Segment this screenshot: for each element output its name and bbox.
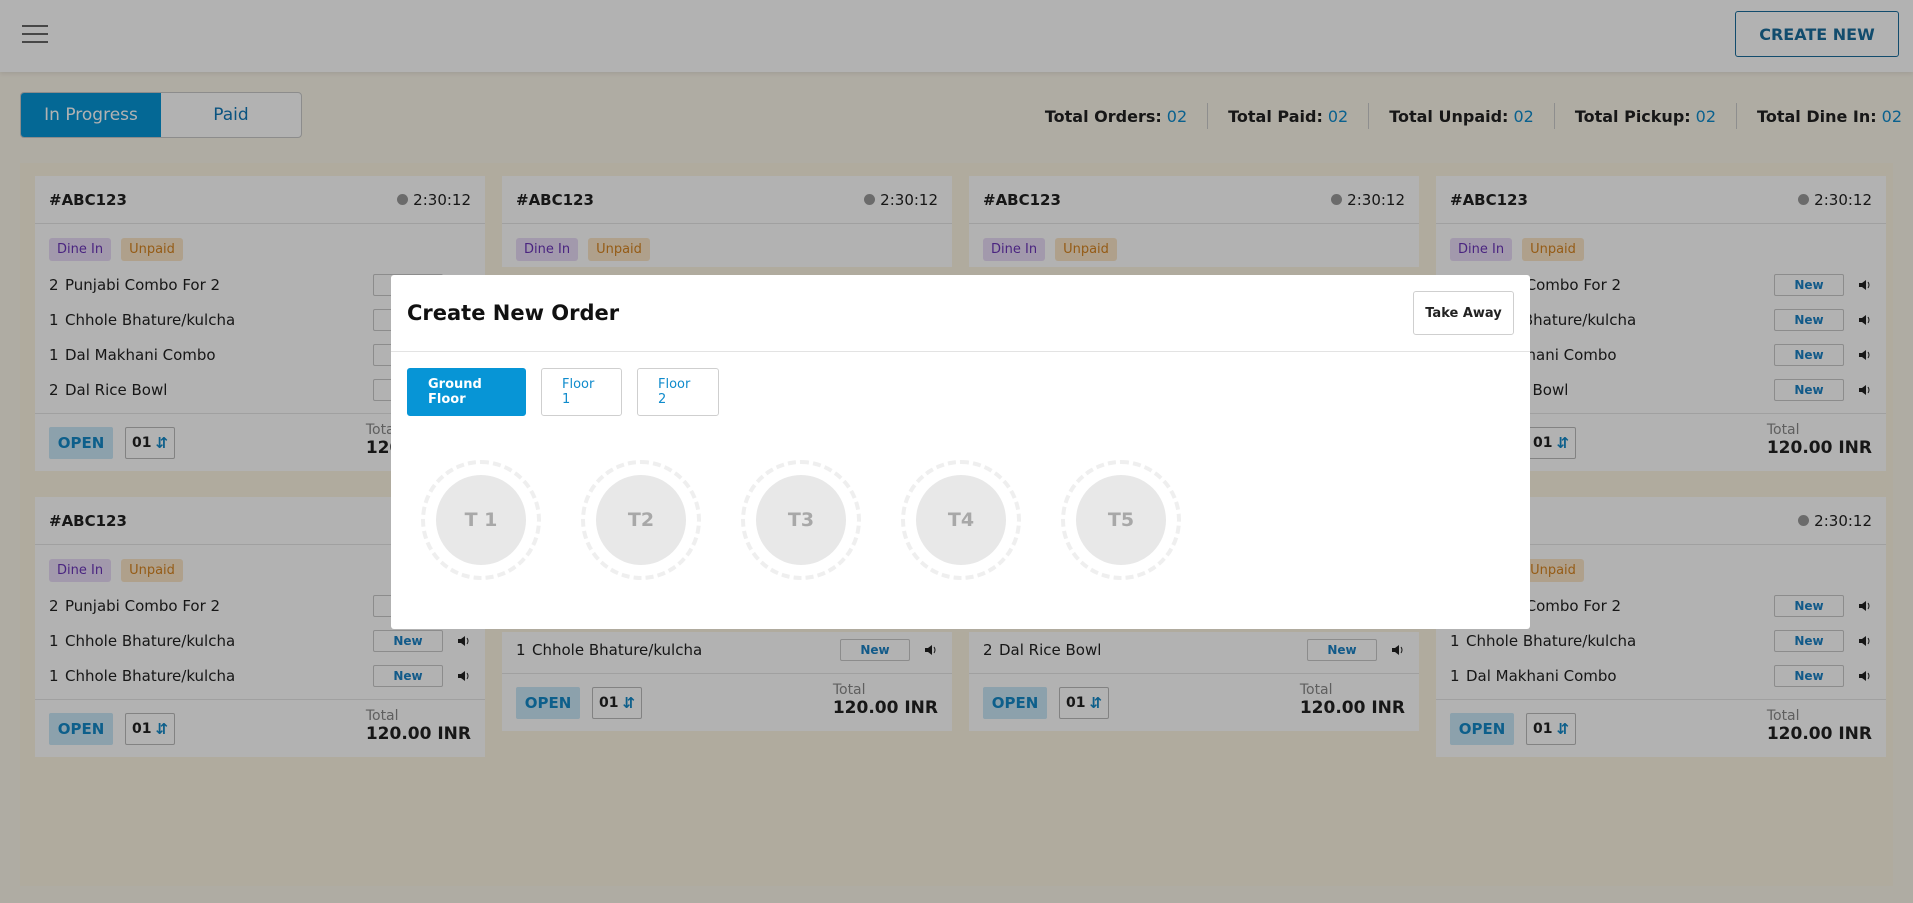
table-t5[interactable]: T5 (1061, 460, 1181, 580)
table-t2[interactable]: T2 (581, 460, 701, 580)
create-order-modal: Create New Order Take Away Ground Floor … (391, 275, 1530, 629)
table-t1[interactable]: T 1 (421, 460, 541, 580)
table-t4[interactable]: T4 (901, 460, 1021, 580)
take-away-button[interactable]: Take Away (1413, 291, 1514, 335)
tab-floor-2[interactable]: Floor 2 (637, 368, 719, 416)
table-label: T2 (596, 475, 686, 565)
table-label: T4 (916, 475, 1006, 565)
modal-header: Create New Order Take Away (391, 275, 1530, 352)
tab-floor-1[interactable]: Floor 1 (541, 368, 622, 416)
table-t3[interactable]: T3 (741, 460, 861, 580)
table-label: T5 (1076, 475, 1166, 565)
table-label: T3 (756, 475, 846, 565)
floor-tabs: Ground Floor Floor 1 Floor 2 (391, 352, 1530, 416)
table-label: T 1 (436, 475, 526, 565)
modal-title: Create New Order (407, 301, 620, 325)
tab-ground-floor[interactable]: Ground Floor (407, 368, 526, 416)
